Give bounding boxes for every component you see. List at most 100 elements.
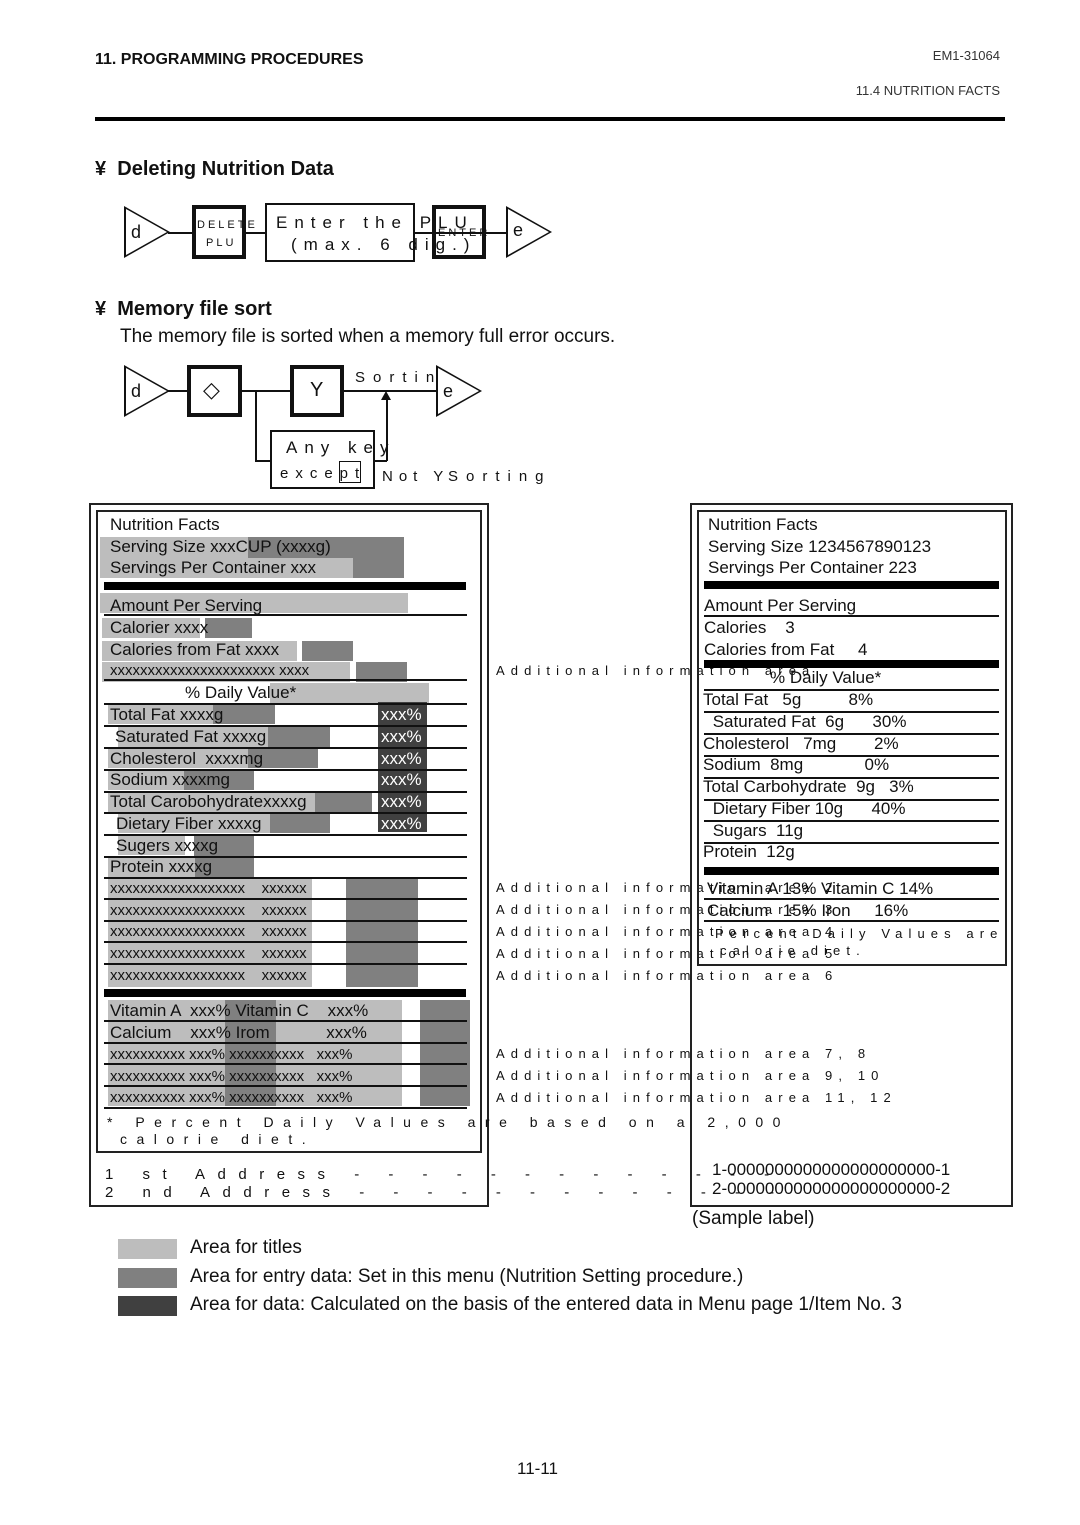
label-field: Total Carobohydratexxxxg xyxy=(110,792,307,811)
row-divider xyxy=(704,733,999,735)
sample-field: Nutrition Facts xyxy=(708,515,818,534)
end-label: e xyxy=(443,381,454,401)
percent-value: xxx% xyxy=(381,749,422,768)
label-field: Amount Per Serving xyxy=(110,596,263,615)
row-divider xyxy=(704,898,999,900)
start-label: d xyxy=(131,381,142,401)
row-divider xyxy=(704,615,999,617)
sample-field: Dietary Fiber 10g 40% xyxy=(708,799,906,818)
header-rule xyxy=(95,117,1005,121)
document-id: EM1-31064 xyxy=(932,48,1000,63)
label-field: Total Fat xxxxg xyxy=(110,705,224,724)
shaded-area xyxy=(205,618,252,638)
sample-field: Total Fat 5g 8% xyxy=(703,690,874,709)
bullet: ¥ xyxy=(95,298,107,320)
key-label: ENTER xyxy=(438,227,491,239)
delete-title: Deleting Nutrition Data xyxy=(117,158,334,180)
start-label: d xyxy=(131,222,142,242)
key-label: DELETE xyxy=(197,219,258,231)
legend-label: Area for entry data: Set in this menu (N… xyxy=(190,1266,744,1287)
sample-field: Saturated Fat 6g 30% xyxy=(708,712,907,731)
sample-address-1: 1-0000000000000000000000-1 xyxy=(712,1160,951,1179)
section-title: 11.4 NUTRITION FACTS xyxy=(855,83,1000,98)
row-divider xyxy=(704,820,999,822)
sample-footnote-line2: calorie diet. xyxy=(720,943,866,958)
enter-key: ENTER xyxy=(432,205,487,259)
sample-footnote-line1: Percent Daily Values are xyxy=(715,926,1004,941)
sample-field: Calories 3 xyxy=(704,618,795,637)
sample-label-caption: (Sample label) xyxy=(692,1208,815,1229)
shaded-area xyxy=(302,641,353,661)
label-field: Calories from Fat xxxx xyxy=(110,640,280,659)
legend-label: Area for data: Calculated on the basis o… xyxy=(190,1294,902,1315)
label-field: Calorier xxxx xyxy=(110,618,209,637)
y-key-small-icon xyxy=(339,461,361,483)
label-field: Servings Per Container xxx xyxy=(110,558,316,577)
row-divider xyxy=(704,777,999,779)
label-field: xxxxxxxxxxxxxxxxxx xxxxxx xyxy=(110,967,307,984)
label-field: % Daily Value* xyxy=(185,683,297,702)
bullet: ¥ xyxy=(95,158,107,180)
thick-rule xyxy=(104,989,466,997)
legend-swatch-entry xyxy=(118,1268,177,1288)
sample-field: Protein 12g xyxy=(703,842,795,861)
row-divider xyxy=(704,689,999,691)
sample-field: Total Carbohydrate 9g 3% xyxy=(703,777,914,796)
any-key-step: Any key except xyxy=(270,430,388,489)
label-field: Calcium xxx% Irom xxx% xyxy=(110,1023,367,1042)
shaded-area xyxy=(270,813,330,833)
footnote-line2: calorie diet. xyxy=(120,1131,316,1147)
diamond-icon: ◇ xyxy=(203,377,220,402)
label-field: xxxxxxxxxxxxxxxxxx xxxxxx xyxy=(110,880,307,897)
key-label: Y xyxy=(310,379,324,401)
row-divider xyxy=(704,755,999,757)
address-line-2: 2 nd Address - - - - - - - - - - - - - xyxy=(105,1184,787,1201)
sort-title: Memory file sort xyxy=(117,298,272,320)
sample-field: Cholesterol 7mg 2% xyxy=(703,734,899,753)
label-field: xxxxxxxxxxxxxxxxxx xxxxxx xyxy=(110,923,307,940)
page-number: 11-11 xyxy=(517,1459,558,1478)
diamond-key: ◇ xyxy=(187,365,242,417)
label-field: Vitamin A xxx% Vitamin C xxx% xyxy=(110,1001,369,1020)
legend-label: Area for titles xyxy=(190,1237,302,1258)
sample-field: Calcium 15% Iron 16% xyxy=(707,901,909,920)
sample-field: Amount Per Serving xyxy=(704,596,857,615)
row-divider xyxy=(704,842,999,844)
y-key: Y xyxy=(290,365,344,417)
label-field: Serving Size xxxCUP (xxxxg) xyxy=(110,537,331,556)
legend-swatch-calculated xyxy=(118,1296,177,1316)
chapter-title: 11. PROGRAMMING PROCEDURES xyxy=(95,51,364,68)
shaded-area xyxy=(346,877,418,987)
sample-field: Sugars 11g xyxy=(708,821,804,840)
row-divider xyxy=(704,799,999,801)
label-field: Cholesterol xxxxmg xyxy=(110,749,264,768)
sample-field: Vitamin A 13% Vitamin C 14% xyxy=(707,879,934,898)
label-field: xxxxxxxxxx xxx% xxxxxxxxxx xxx% xyxy=(110,1089,353,1106)
delete-plu-key: DELETE PLU xyxy=(192,205,255,259)
arrow-up-icon xyxy=(381,391,391,400)
label-field: Sodium xxxxmg xyxy=(110,770,230,789)
label-field: Sugers xxxxg xyxy=(116,836,219,855)
not-sorting-label: Sorting xyxy=(448,468,552,485)
footnote-line1: * Percent Daily Values are based on a 2,… xyxy=(107,1114,790,1130)
not-y-label: Not Y xyxy=(382,468,450,485)
sample-field: Serving Size 1234567890123 xyxy=(708,537,932,556)
step-text: Any key xyxy=(286,438,396,457)
percent-value: xxx% xyxy=(381,727,422,746)
label-field: Saturated Fat xxxxg xyxy=(115,727,267,746)
thick-rule xyxy=(104,582,466,590)
end-label: e xyxy=(513,220,524,240)
percent-value: xxx% xyxy=(381,792,422,811)
shaded-area xyxy=(268,727,330,747)
address-line-1: 1 st Address - - - - - - - - - - - - - xyxy=(105,1166,782,1183)
sort-section-heading: ¥ Memory file sort xyxy=(95,298,272,321)
shaded-area xyxy=(315,792,372,812)
percent-value: xxx% xyxy=(381,770,422,789)
percent-value: xxx% xyxy=(381,814,422,833)
label-field: xxxxxxxxxx xxx% xxxxxxxxxx xxx% xyxy=(110,1046,353,1063)
sort-description: The memory file is sorted when a memory … xyxy=(120,326,616,347)
legend-swatch-titles xyxy=(118,1239,177,1259)
row-divider xyxy=(704,920,999,922)
thick-rule xyxy=(704,581,999,589)
label-field: xxxxxxxxxxxxxxxxxxxxxx xxxx xyxy=(110,662,310,679)
